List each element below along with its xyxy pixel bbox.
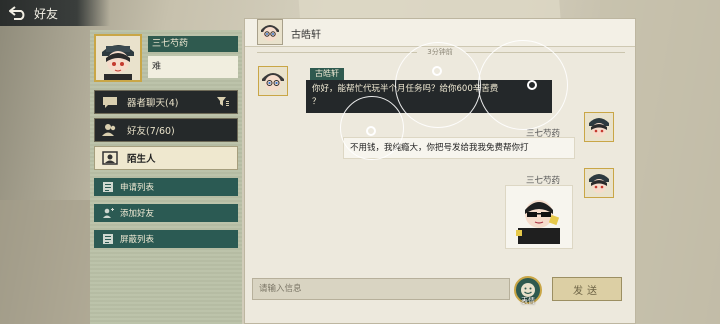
touch-indicator [395, 42, 481, 128]
send-button[interactable]: 发送 [552, 277, 622, 301]
menu-item-group-chat[interactable]: 器者聊天(4) [94, 90, 238, 114]
sticker-cool-character-icon [516, 200, 560, 244]
chat-bubble-icon [101, 95, 119, 109]
sub-item-label: 添加好友 [120, 209, 155, 219]
sticker-message[interactable] [506, 186, 572, 248]
sender-name: 古皓轩 [310, 68, 344, 80]
my-profile-card[interactable]: 三七芍药 难 [90, 30, 242, 86]
stranger-icon [101, 151, 119, 165]
avatar[interactable] [584, 112, 614, 142]
menu-item-strangers[interactable]: 陌生人 [94, 146, 238, 170]
top-bar: 好友 [0, 0, 110, 26]
chat-partner-name: 古皓轩 [291, 30, 321, 41]
touch-indicator [478, 40, 568, 130]
message-input[interactable]: 请输入信息 [252, 278, 510, 300]
add-user-icon [102, 207, 114, 219]
friends-sidebar: 三七芍药 难 器者聊天(4) 好友(7/60) 陌生人 申请列表 添加好友 屏蔽… [90, 30, 242, 324]
filter-icon[interactable] [217, 96, 229, 111]
avatar [257, 19, 283, 45]
touch-point [366, 126, 376, 136]
sub-item-blocklist[interactable]: 屏蔽列表 [94, 230, 238, 248]
profile-name: 三七芍药 [148, 36, 238, 52]
list-icon [102, 233, 114, 245]
avatar[interactable] [258, 66, 288, 96]
sub-item-label: 屏蔽列表 [120, 235, 155, 245]
sub-item-label: 申请列表 [120, 183, 155, 193]
sender-name: 三七芍药 [526, 176, 561, 186]
menu-item-label: 好友(7/60) [127, 126, 175, 137]
people-icon [101, 123, 119, 137]
sub-item-add-friend[interactable]: 添加好友 [94, 204, 238, 222]
avatar[interactable] [584, 168, 614, 198]
page-title: 好友 [34, 6, 59, 21]
emoji-button-label: 表情 [521, 297, 535, 305]
touch-point [527, 80, 537, 90]
sub-item-requests[interactable]: 申请列表 [94, 178, 238, 196]
back-arrow-icon[interactable] [8, 5, 28, 21]
touch-point [432, 66, 442, 76]
profile-status: 难 [148, 56, 238, 78]
menu-item-label: 器者聊天(4) [127, 98, 179, 109]
avatar [94, 34, 142, 82]
menu-item-friends[interactable]: 好友(7/60) [94, 118, 238, 142]
list-icon [102, 181, 114, 193]
menu-item-label: 陌生人 [127, 154, 156, 165]
